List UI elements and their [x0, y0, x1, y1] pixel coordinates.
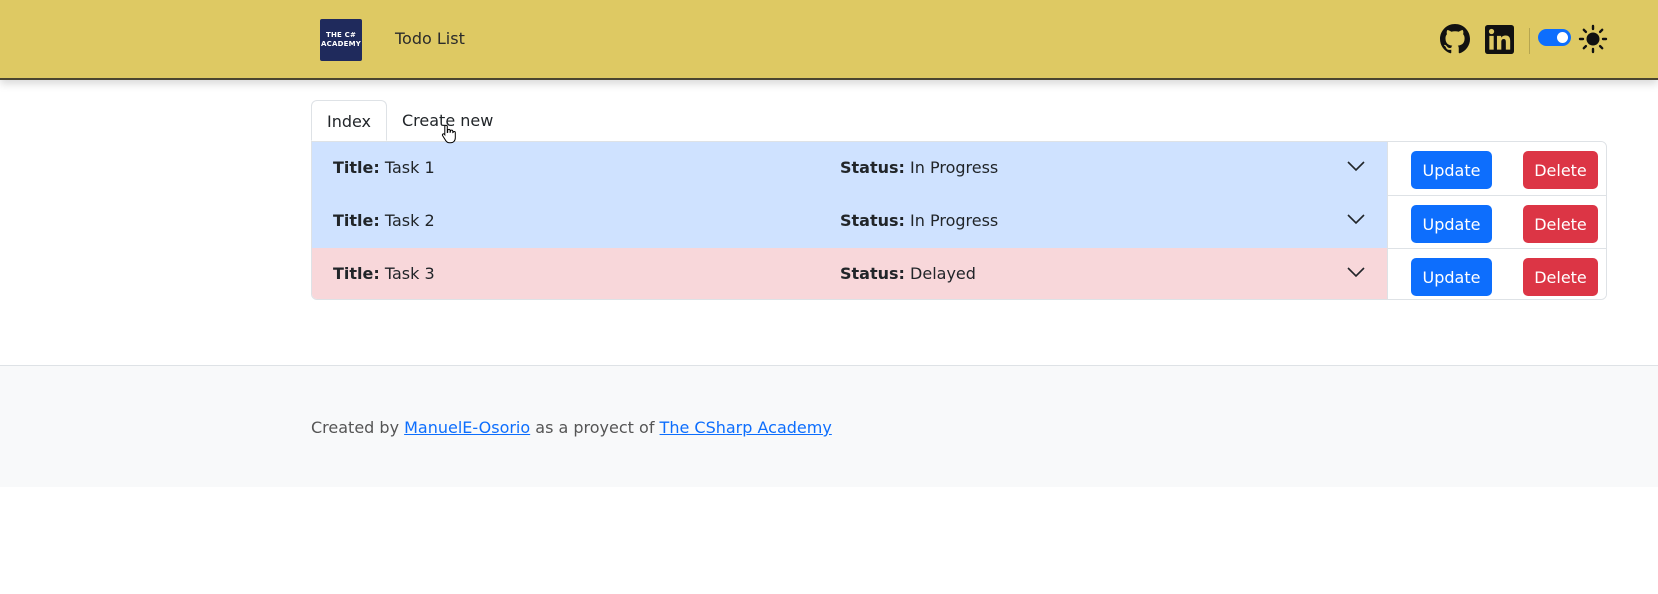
task-list: Title: Task 1 Status: In Progress Update… [311, 141, 1607, 300]
task-accordion-header[interactable]: Title: Task 3 Status: Delayed [312, 248, 1387, 299]
tab-create-new[interactable]: Create new [386, 100, 509, 141]
task-actions: Update Delete [1387, 248, 1606, 299]
task-row: Title: Task 2 Status: In Progress Update… [312, 195, 1606, 248]
delete-button[interactable]: Delete [1523, 205, 1598, 243]
author-link[interactable]: ManuelE-Osorio [404, 418, 530, 437]
task-actions: Update Delete [1387, 195, 1606, 248]
linkedin-icon[interactable] [1485, 25, 1514, 54]
nav-divider [1529, 28, 1530, 54]
task-row: Title: Task 3 Status: Delayed Update Del… [312, 248, 1606, 299]
chevron-down-icon [1347, 267, 1365, 278]
academy-link[interactable]: The CSharp Academy [660, 418, 832, 437]
footer-middle: as a proyect of [535, 418, 655, 437]
task-accordion-header[interactable]: Title: Task 2 Status: In Progress [312, 195, 1387, 248]
app-title[interactable]: Todo List [395, 29, 465, 48]
task-row: Title: Task 1 Status: In Progress Update… [312, 142, 1606, 195]
academy-logo[interactable]: THE C# ACADEMY [320, 19, 362, 61]
navbar: THE C# ACADEMY Todo List [0, 0, 1658, 80]
delete-button[interactable]: Delete [1523, 151, 1598, 189]
logo-line-1: THE C# [325, 31, 357, 39]
update-button[interactable]: Update [1411, 258, 1492, 296]
footer-prefix: Created by [311, 418, 400, 437]
tab-index[interactable]: Index [311, 100, 387, 141]
chevron-down-icon [1347, 214, 1365, 225]
task-status: Status: Delayed [840, 264, 976, 283]
delete-button[interactable]: Delete [1523, 258, 1598, 296]
task-title: Title: Task 3 [333, 264, 435, 283]
update-button[interactable]: Update [1411, 151, 1492, 189]
github-icon[interactable] [1440, 24, 1470, 54]
task-title: Title: Task 2 [333, 211, 435, 230]
task-status: Status: In Progress [840, 158, 999, 177]
task-actions: Update Delete [1387, 142, 1606, 195]
sun-icon [1578, 24, 1608, 54]
task-accordion-header[interactable]: Title: Task 1 Status: In Progress [312, 142, 1387, 195]
chevron-down-icon [1347, 161, 1365, 172]
task-status: Status: In Progress [840, 211, 999, 230]
logo-line-2: ACADEMY [321, 40, 361, 48]
theme-toggle[interactable] [1538, 29, 1571, 46]
task-title: Title: Task 1 [333, 158, 435, 177]
footer-credits: Created by ManuelE-Osorio as a proyect o… [311, 418, 832, 437]
footer: Created by ManuelE-Osorio as a proyect o… [0, 365, 1658, 487]
update-button[interactable]: Update [1411, 205, 1492, 243]
